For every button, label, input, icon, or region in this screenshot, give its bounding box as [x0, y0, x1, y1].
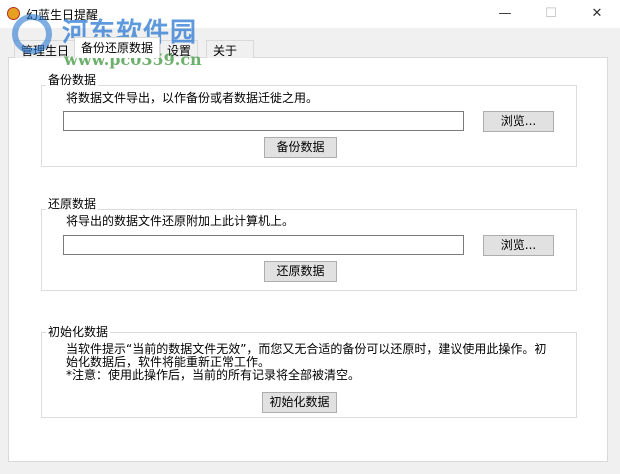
minimize-button[interactable]: — — [482, 0, 528, 28]
restore-description: 将导出的数据文件还原附加上此计算机上。 — [66, 214, 295, 228]
restore-browse-button[interactable]: 浏览... — [483, 235, 554, 256]
init-warning: *注意：使用此操作后，当前的所有记录将全部被清空。 — [66, 368, 361, 382]
restore-path-input[interactable] — [63, 235, 464, 255]
maximize-button[interactable]: ☐ — [528, 0, 574, 28]
backup-path-input[interactable] — [63, 111, 464, 131]
restore-data-button[interactable]: 还原数据 — [264, 261, 337, 282]
init-group-title: 初始化数据 — [46, 323, 111, 340]
backup-group-title: 备份数据 — [46, 71, 99, 88]
backup-description: 将数据文件导出，以作备份或者数据迁徙之用。 — [66, 91, 319, 105]
initialize-data-button[interactable]: 初始化数据 — [262, 392, 337, 413]
backup-data-button[interactable]: 备份数据 — [264, 137, 337, 158]
tab-about[interactable]: 关于 — [206, 40, 254, 58]
watermark-logo-icon — [12, 14, 52, 54]
tab-backup-restore[interactable]: 备份还原数据 — [74, 37, 161, 58]
close-button[interactable]: ✕ — [574, 0, 620, 28]
restore-group-title: 还原数据 — [46, 195, 99, 212]
backup-browse-button[interactable]: 浏览... — [483, 111, 554, 132]
